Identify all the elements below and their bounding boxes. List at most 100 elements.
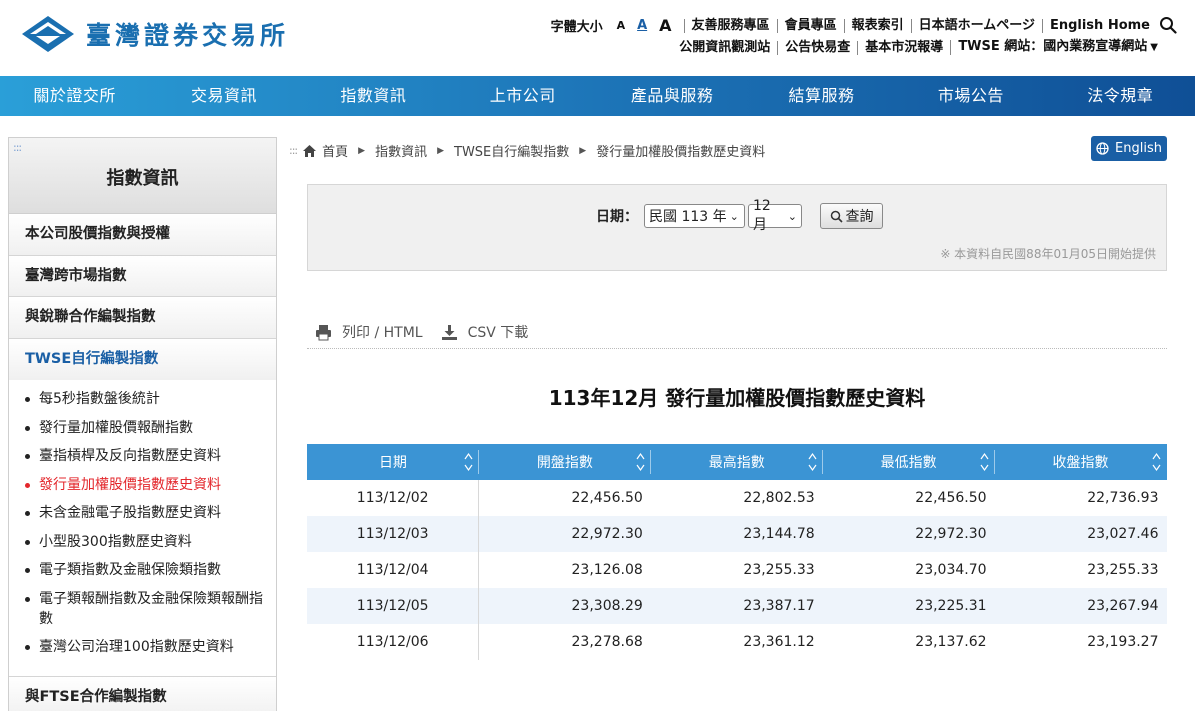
column-header-close[interactable]: 收盤指數: [994, 444, 1167, 480]
link-english-home[interactable]: English Home: [1041, 18, 1157, 33]
breadcrumb-current: 發行量加權股價指數歷史資料: [596, 145, 766, 160]
column-header-open[interactable]: 開盤指數: [478, 444, 651, 480]
print-label: 列印 / HTML: [342, 325, 423, 341]
sidebar-item-ruilian-index[interactable]: 與銳聯合作編製指數: [9, 297, 276, 339]
nav-trading[interactable]: 交易資訊: [149, 76, 298, 116]
sidebar-sub-item[interactable]: 小型股300指數歷史資料: [23, 532, 266, 552]
sidebar-sub-item-current[interactable]: 發行量加權股價指數歷史資料: [23, 475, 266, 495]
column-label: 日期: [378, 455, 407, 471]
nav-about[interactable]: 關於證交所: [0, 76, 149, 116]
column-header-date[interactable]: 日期: [307, 444, 479, 480]
site-header: 臺灣證券交易所 字體大小 A A A 友善服務專區 會員專區 報表索引 日本語ホ…: [0, 0, 1195, 76]
font-size-label: 字體大小: [550, 20, 603, 35]
cell-date: 113/12/06: [307, 624, 480, 660]
table-title: 113年12月 發行量加權股價指數歷史資料: [548, 386, 926, 410]
date-label: 日期：: [596, 209, 638, 225]
sort-icon[interactable]: [1152, 452, 1161, 472]
table-header-row: 日期 開盤指數 最高指數 最低指數 收盤指數: [307, 444, 1167, 480]
sidebar-sub-item[interactable]: 發行量加權股價報酬指數: [23, 418, 266, 438]
utility-links-row2: 公開資訊觀測站 公告快易查 基本市況報導 TWSE 網站：國內業務宣導網站 ▼: [672, 40, 1165, 55]
globe-icon: [1096, 142, 1109, 155]
query-button[interactable]: 查詢: [820, 203, 883, 229]
column-label: 最高指數: [708, 455, 765, 471]
link-market-report[interactable]: 基本市況報導: [857, 40, 950, 55]
sidebar-sub-item[interactable]: 臺灣公司治理100指數歷史資料: [23, 637, 266, 657]
sidebar-item-company-index-license[interactable]: 本公司股價指數與授權: [9, 214, 276, 256]
link-accessibility[interactable]: 友善服務專區: [683, 18, 777, 33]
sidebar-sub-item[interactable]: 臺指槓桿及反向指數歷史資料: [23, 446, 266, 466]
breadcrumb-indices[interactable]: 指數資訊: [375, 141, 427, 160]
breadcrumb-home[interactable]: 首頁: [322, 141, 348, 160]
query-button-label: 查詢: [845, 209, 874, 225]
sidebar-sub-item[interactable]: 電子類報酬指數及金融保險類報酬指數: [23, 589, 266, 629]
link-report-index[interactable]: 報表索引: [843, 18, 911, 33]
cell-close: 23,193.27: [1087, 634, 1159, 650]
table-row: 113/12/06 23,278.68 23,361.12 23,137.62 …: [307, 624, 1167, 660]
column-label: 開盤指數: [536, 455, 593, 471]
sidebar-header: ::: 指數資訊: [9, 138, 276, 214]
query-panel: 日期： 民國 113 年 ⌄ 12月 ⌄ 查詢 ※ 本資料自民國88年01月05…: [307, 184, 1167, 271]
link-members[interactable]: 會員專區: [776, 18, 844, 33]
cell-open: 23,278.68: [571, 634, 643, 650]
index-history-table: 日期 開盤指數 最高指數 最低指數 收盤指數 113/12/02 22,456.…: [307, 444, 1167, 660]
sidebar: ::: 指數資訊 本公司股價指數與授權 臺灣跨市場指數 與銳聯合作編製指數 TW…: [8, 137, 277, 711]
print-button[interactable]: 列印 / HTML: [315, 322, 423, 342]
english-button-label: English: [1115, 141, 1162, 156]
csv-label: CSV 下載: [467, 325, 529, 341]
column-header-high[interactable]: 最高指數: [650, 444, 823, 480]
csv-download-button[interactable]: CSV 下載: [441, 322, 529, 342]
sidebar-item-ftse-index[interactable]: 與FTSE合作編製指數: [9, 676, 276, 711]
font-size-small-button[interactable]: A: [617, 19, 626, 32]
cell-open: 23,308.29: [478, 588, 651, 624]
breadcrumb: ::: 首頁 ▶ 指數資訊 ▶ TWSE自行編製指數 ▶ 發行量加權股價指數歷史…: [289, 141, 765, 160]
cell-close: 22,736.93: [1087, 490, 1159, 506]
toolbar: 列印 / HTML CSV 下載: [307, 316, 1167, 349]
cell-low: 23,034.70: [915, 562, 987, 578]
cell-open: 22,972.30: [478, 516, 651, 552]
sort-icon[interactable]: [464, 452, 473, 472]
sidebar-sub-item[interactable]: 未含金融電子股指數歷史資料: [23, 503, 266, 523]
site-logo[interactable]: 臺灣證券交易所: [20, 14, 289, 54]
nav-market-notices[interactable]: 市場公告: [896, 76, 1045, 116]
link-announcements[interactable]: 公告快易查: [777, 40, 857, 55]
sort-icon[interactable]: [808, 452, 817, 472]
cell-high: 23,361.12: [743, 634, 815, 650]
font-size-large-button[interactable]: A: [659, 16, 671, 35]
sort-icon[interactable]: [980, 452, 989, 472]
link-mops[interactable]: 公開資訊觀測站: [672, 40, 777, 55]
nav-products[interactable]: 產品與服務: [598, 76, 747, 116]
year-select[interactable]: 民國 113 年 ⌄: [644, 204, 745, 228]
cell-date: 113/12/05: [307, 588, 480, 624]
month-select-value: 12月: [753, 198, 771, 233]
cell-open: 23,126.08: [571, 562, 643, 578]
search-icon: [830, 210, 843, 223]
search-icon[interactable]: [1159, 16, 1177, 34]
sidebar-sub-item[interactable]: 每5秒指數盤後統計: [23, 389, 266, 409]
link-twse-sites-dropdown[interactable]: TWSE 網站：國內業務宣導網站 ▼: [950, 40, 1165, 55]
link-japanese-home[interactable]: 日本語ホームページ: [910, 18, 1042, 33]
column-header-low[interactable]: 最低指數: [822, 444, 995, 480]
sidebar-item-cross-market-index[interactable]: 臺灣跨市場指數: [9, 255, 276, 297]
nav-regulations[interactable]: 法令規章: [1046, 76, 1195, 116]
download-icon: [441, 324, 457, 340]
nav-clearing[interactable]: 結算服務: [747, 76, 896, 116]
cell-open: 22,456.50: [571, 490, 643, 506]
home-icon: [303, 144, 317, 157]
sidebar-sub-item[interactable]: 電子類指數及金融保險類指數: [23, 560, 266, 580]
cell-close: 23,267.94: [994, 588, 1167, 624]
english-button[interactable]: English: [1091, 136, 1167, 161]
cell-low: 23,137.62: [915, 634, 987, 650]
cell-high: 22,802.53: [743, 490, 815, 506]
breadcrumb-twse-index[interactable]: TWSE自行編製指數: [454, 141, 569, 160]
month-select[interactable]: 12月 ⌄: [748, 198, 802, 233]
nav-listed-companies[interactable]: 上市公司: [448, 76, 597, 116]
sidebar-dots: :::: [13, 141, 22, 154]
query-row: 日期： 民國 113 年 ⌄ 12月 ⌄ 查詢: [596, 198, 883, 233]
table-row: 113/12/05 23,308.29 23,387.17 23,225.31 …: [307, 588, 1167, 624]
nav-indices[interactable]: 指數資訊: [299, 76, 448, 116]
font-size-medium-button[interactable]: A: [637, 18, 647, 33]
cell-date: 113/12/03: [307, 516, 480, 552]
breadcrumb-separator-icon: ▶: [358, 145, 366, 156]
sidebar-item-twse-index[interactable]: TWSE自行編製指數: [9, 338, 276, 380]
sort-icon[interactable]: [636, 452, 645, 472]
